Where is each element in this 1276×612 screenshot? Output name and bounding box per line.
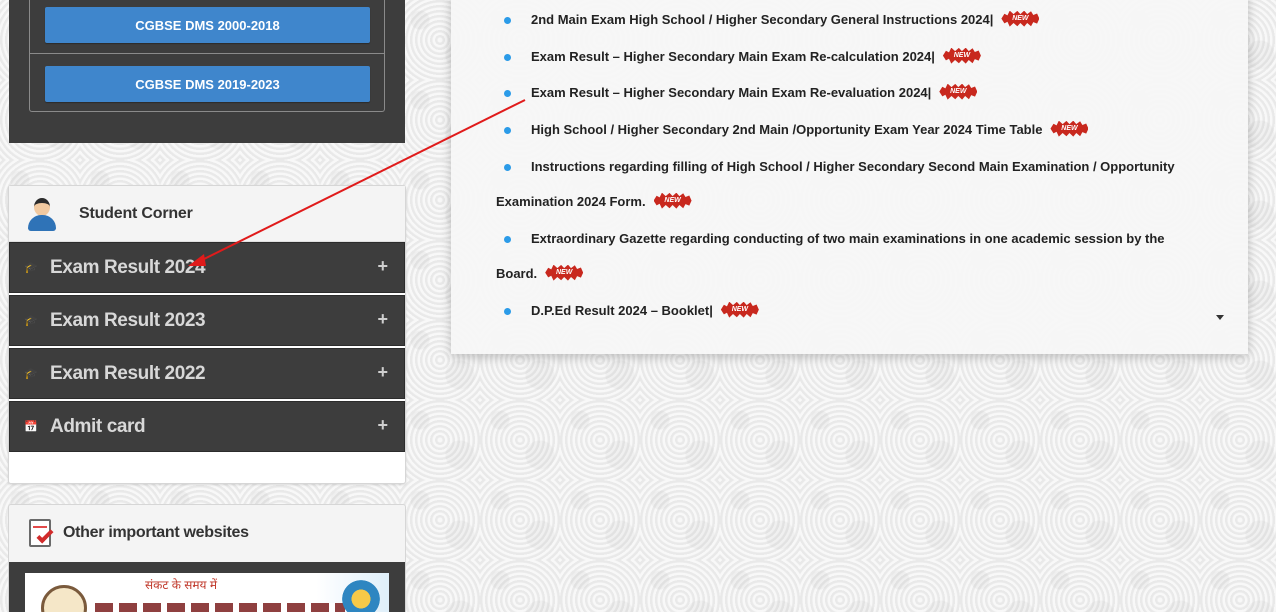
bullet-icon bbox=[504, 17, 511, 24]
notice-link[interactable]: D.P.Ed Result 2024 – Booklet| bbox=[531, 303, 713, 318]
expand-plus-icon[interactable]: + bbox=[377, 415, 388, 436]
bullet-icon bbox=[504, 54, 511, 61]
cgbse-dms-2019-2023-button[interactable]: CGBSE DMS 2019-2023 bbox=[45, 66, 370, 102]
bullet-icon bbox=[504, 236, 511, 243]
student-corner-header: Student Corner bbox=[9, 186, 405, 242]
accordion-exam-result-2024[interactable]: 🎓 Exam Result 2024 + bbox=[9, 242, 405, 293]
new-badge-icon: NEW bbox=[1050, 120, 1089, 137]
notice-item[interactable]: Exam Result – Higher Secondary Main Exam… bbox=[496, 39, 1196, 74]
notice-item[interactable]: Exam Result – Higher Secondary Main Exam… bbox=[496, 75, 1196, 110]
student-corner-title: Student Corner bbox=[79, 204, 193, 222]
notice-item[interactable]: High School / Higher Secondary 2nd Main … bbox=[496, 112, 1196, 147]
dms-box: CGBSE DMS 2000-2018 CGBSE DMS 2019-2023 bbox=[29, 0, 385, 112]
accordion-exam-result-2023[interactable]: 🎓 Exam Result 2023 + bbox=[9, 295, 405, 346]
notice-item[interactable]: Instructions regarding filling of High S… bbox=[496, 149, 1196, 219]
new-badge-icon: NEW bbox=[939, 83, 978, 100]
divider bbox=[30, 53, 384, 54]
expand-plus-icon[interactable]: + bbox=[377, 256, 388, 277]
new-badge-icon: NEW bbox=[1001, 10, 1040, 27]
notice-link-continued[interactable]: Board. bbox=[496, 266, 537, 281]
student-icon bbox=[25, 196, 59, 232]
notice-link-continued[interactable]: Examination 2024 Form. bbox=[496, 194, 646, 209]
other-websites-panel: Other important websites संकट के समय में bbox=[8, 504, 406, 612]
notice-link[interactable]: Exam Result – Higher Secondary Main Exam… bbox=[531, 49, 935, 64]
accordion-label: Admit card bbox=[50, 415, 146, 437]
bullet-icon bbox=[504, 308, 511, 315]
checklist-icon bbox=[25, 517, 57, 549]
new-badge-icon: NEW bbox=[653, 192, 692, 209]
dms-panel: CGBSE DMS 2000-2018 CGBSE DMS 2019-2023 bbox=[9, 0, 405, 143]
new-badge-icon: NEW bbox=[942, 47, 981, 64]
notice-item[interactable]: Extraordinary Gazette regarding conducti… bbox=[496, 221, 1196, 291]
expand-plus-icon[interactable]: + bbox=[377, 309, 388, 330]
banner-text: संकट के समय में bbox=[145, 578, 218, 592]
notice-link[interactable]: Instructions regarding filling of High S… bbox=[496, 149, 1196, 184]
accordion-label: Exam Result 2024 bbox=[50, 256, 206, 278]
website-banner[interactable]: संकट के समय में bbox=[25, 573, 389, 612]
banner-badge-icon bbox=[339, 577, 383, 612]
graduation-cap-icon: 🎓 bbox=[24, 368, 38, 380]
bullet-icon bbox=[504, 90, 511, 97]
emblem-logo bbox=[41, 585, 87, 612]
accordion-label: Exam Result 2022 bbox=[50, 362, 206, 384]
new-badge-icon: NEW bbox=[720, 301, 759, 318]
banner-graphic bbox=[95, 603, 345, 612]
bullet-icon bbox=[504, 164, 511, 171]
graduation-cap-icon: 🎓 bbox=[24, 262, 38, 274]
bullet-icon bbox=[504, 127, 511, 134]
accordion-label: Exam Result 2023 bbox=[50, 309, 206, 331]
notice-item[interactable]: 2nd Main Exam High School / Higher Secon… bbox=[496, 2, 1196, 37]
other-websites-header: Other important websites bbox=[9, 505, 405, 561]
accordion-admit-card[interactable]: 📅 Admit card + bbox=[9, 401, 405, 452]
notice-link[interactable]: Exam Result – Higher Secondary Main Exam… bbox=[531, 85, 931, 100]
notice-link[interactable]: High School / Higher Secondary 2nd Main … bbox=[531, 122, 1042, 137]
other-websites-title: Other important websites bbox=[63, 524, 249, 541]
cgbse-dms-2000-2018-button[interactable]: CGBSE DMS 2000-2018 bbox=[45, 7, 370, 43]
banner-container: संकट के समय में bbox=[9, 562, 405, 612]
student-corner-panel: Student Corner 🎓 Exam Result 2024 + 🎓 Ex… bbox=[8, 185, 406, 484]
calendar-icon: 📅 bbox=[24, 421, 38, 433]
graduation-cap-icon: 🎓 bbox=[24, 315, 38, 327]
new-badge-icon: NEW bbox=[545, 264, 584, 281]
notice-item[interactable]: D.P.Ed Result 2024 – Booklet| NEW bbox=[496, 293, 1196, 328]
notice-link[interactable]: Extraordinary Gazette regarding conducti… bbox=[496, 221, 1196, 256]
scroll-down-arrow-icon[interactable] bbox=[1216, 315, 1224, 320]
accordion-exam-result-2022[interactable]: 🎓 Exam Result 2022 + bbox=[9, 348, 405, 399]
expand-plus-icon[interactable]: + bbox=[377, 362, 388, 383]
notice-link[interactable]: 2nd Main Exam High School / Higher Secon… bbox=[531, 12, 993, 27]
notice-board: 2nd Main Exam High School / Higher Secon… bbox=[451, 0, 1248, 354]
